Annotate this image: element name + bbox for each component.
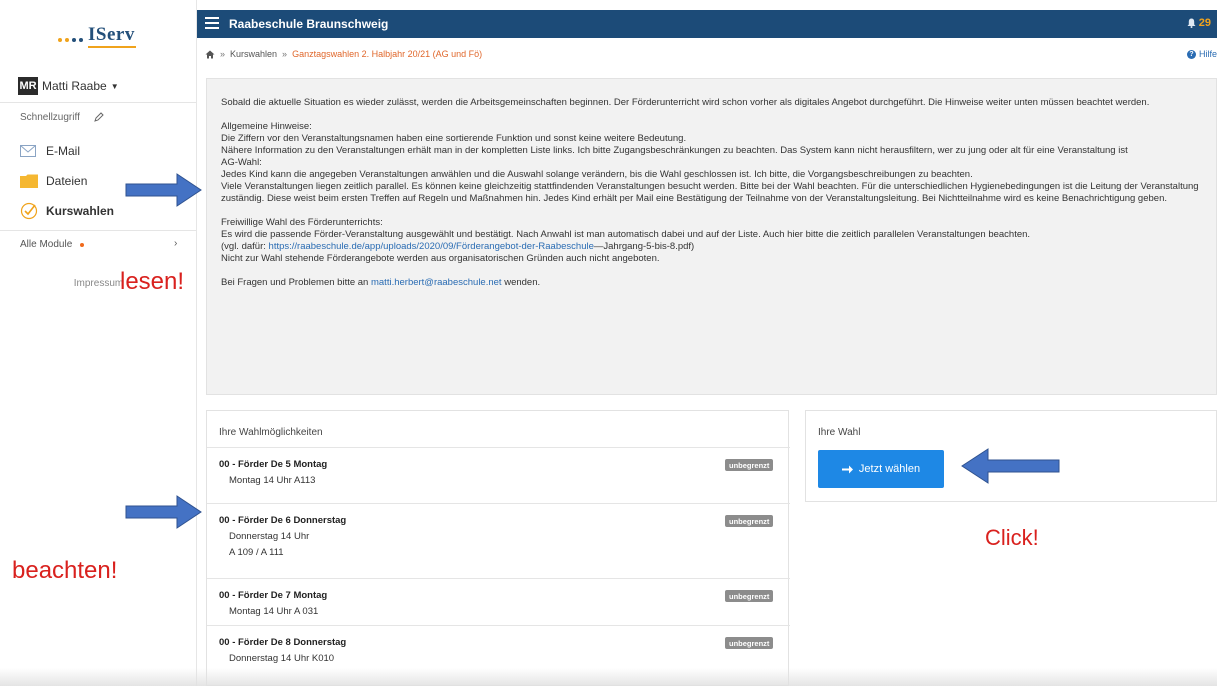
choice-details: Donnerstag 14 Uhr [229,531,310,542]
foerder-hint-3: Nicht zur Wahl stehende Förderangebote w… [221,253,660,264]
general-hint-1: Die Ziffern vor den Veranstaltungsnamen … [221,133,687,144]
logo-underline [88,46,136,48]
capacity-badge: unbegrenzt [725,459,774,471]
school-title: Raabeschule Braunschweig [229,17,389,31]
annotation-lesen: lesen! [120,268,185,295]
foerder-hint-2: (vgl. dafür: https://raabeschule.de/app/… [221,241,1206,253]
divider [0,230,196,231]
check-circle-icon [20,202,40,220]
notification-count: 29 [1198,17,1211,29]
choice-title: 00 - Förder De 5 Montag [219,459,328,470]
logo-dots [58,38,88,44]
annotation-arrow-beachten [125,495,202,529]
annotation-arrow-click [961,448,1060,484]
sidebar-item-label: Dateien [46,174,88,188]
choose-now-button[interactable]: Jetzt wählen [818,450,944,488]
foerder-hint-1: Es wird die passende Förder-Veranstaltun… [221,229,1031,240]
top-bar: Raabeschule Braunschweig 29 [197,10,1217,38]
general-title: Allgemeine Hinweise: [221,121,312,132]
choices-panel: Ihre Wahlmöglichkeiten 00 - Förder De 5 … [206,410,790,686]
contact-suffix: wenden. [501,277,541,288]
annotation-click: Click! [985,525,1039,550]
notifications-button[interactable]: 29 [1187,17,1211,29]
ag-hint-2: Viele Veranstaltungen liegen zeitlich pa… [221,181,1199,204]
quick-access-label: Schnellzugriff [20,112,80,123]
divider [0,102,196,103]
sidebar-item-label: Kurswahlen [46,204,115,218]
sidebar-item-email[interactable]: E-Mail [20,142,80,160]
user-menu[interactable]: MR Matti Raabe ▼ [18,77,119,95]
choose-now-label: Jetzt wählen [858,463,921,475]
foerder-pdf-link[interactable]: https://raabeschule.de/app/uploads/2020/… [269,241,594,252]
info-intro: Sobald die aktuelle Situation es wieder … [221,97,1150,108]
help-label: Hilfe [1198,49,1217,59]
capacity-badge: unbegrenzt [725,637,774,649]
choice-item[interactable]: 00 - Förder De 6 Donnerstag unbegrenzt D… [207,503,790,578]
sidebar-item-kurswahlen[interactable]: Kurswahlen [20,202,114,220]
foerder-title: Freiwillige Wahl des Förderunterrichts: [221,217,383,228]
capacity-badge: unbegrenzt [725,515,774,527]
avatar: MR [18,77,38,95]
logo-text: IServ [88,24,135,45]
mail-icon [20,145,40,157]
choice-title: 00 - Förder De 8 Donnerstag [219,637,347,648]
caret-down-icon: ▼ [110,81,119,91]
user-name: Matti Raabe [42,79,107,93]
foerder-link-prefix: (vgl. dafür: [221,241,269,252]
ag-hint-1: Jedes Kind kann die angegeben Veranstalt… [221,169,973,180]
help-link[interactable]: ? Hilfe [1186,49,1217,59]
info-text: Sobald die aktuelle Situation es wieder … [221,97,1206,289]
info-panel: Sobald die aktuelle Situation es wieder … [206,78,1217,395]
hamburger-menu-icon[interactable] [205,17,219,29]
all-modules-label: Alle Module [20,239,73,250]
breadcrumb-kurswahlen[interactable]: Kurswahlen [230,49,277,59]
annotation-beachten: beachten! [12,557,118,584]
choice-title: 00 - Förder De 7 Montag [219,590,328,601]
contact-prefix: Bei Fragen und Problemen bitte an [221,277,371,288]
choice-title: 00 - Förder De 6 Donnerstag [219,515,347,526]
choices-heading: Ihre Wahlmöglichkeiten [219,427,323,438]
capacity-badge: unbegrenzt [725,590,774,602]
choice-details: Montag 14 Uhr A113 [229,475,316,486]
contact-email-link[interactable]: matti.herbert@raabeschule.net [371,277,502,288]
bell-icon [1187,18,1196,28]
annotation-arrow-lesen [125,173,202,207]
help-icon: ? [1186,49,1196,59]
contact-line: Bei Fragen und Problemen bitte an matti.… [221,277,1206,289]
breadcrumb-current[interactable]: Ganztagswahlen 2. Halbjahr 20/21 (AG und… [292,49,482,59]
selection-heading: Ihre Wahl [818,427,861,438]
home-icon[interactable] [205,50,215,59]
choice-item[interactable]: 00 - Förder De 5 Montag unbegrenzt Monta… [207,447,790,503]
breadcrumb-separator: » [220,49,226,59]
ag-title: AG-Wahl: [221,157,262,168]
sidebar-item-files[interactable]: Dateien [20,172,87,190]
choice-details: Montag 14 Uhr A 031 [229,606,319,617]
chevron-right-icon[interactable]: › [174,238,177,249]
general-hint-2: Nähere Information zu den Veranstaltunge… [221,145,1128,156]
foerder-link-suffix: —Jahrgang-5-bis-8.pdf) [593,241,695,252]
all-modules-toggle[interactable]: Alle Module [20,239,85,250]
sidebar-item-label: E-Mail [46,144,81,158]
choice-room: A 109 / A 111 [229,547,284,558]
notification-dot [80,242,85,247]
pencil-icon[interactable] [93,111,105,123]
folder-icon [20,174,40,188]
bottom-fade [0,668,1217,686]
breadcrumb: » Kurswahlen » Ganztagswahlen 2. Halbjah… [205,49,482,59]
arrow-right-icon [841,465,853,473]
choice-details: Donnerstag 14 Uhr K010 [229,653,335,664]
breadcrumb-separator: » [282,49,288,59]
